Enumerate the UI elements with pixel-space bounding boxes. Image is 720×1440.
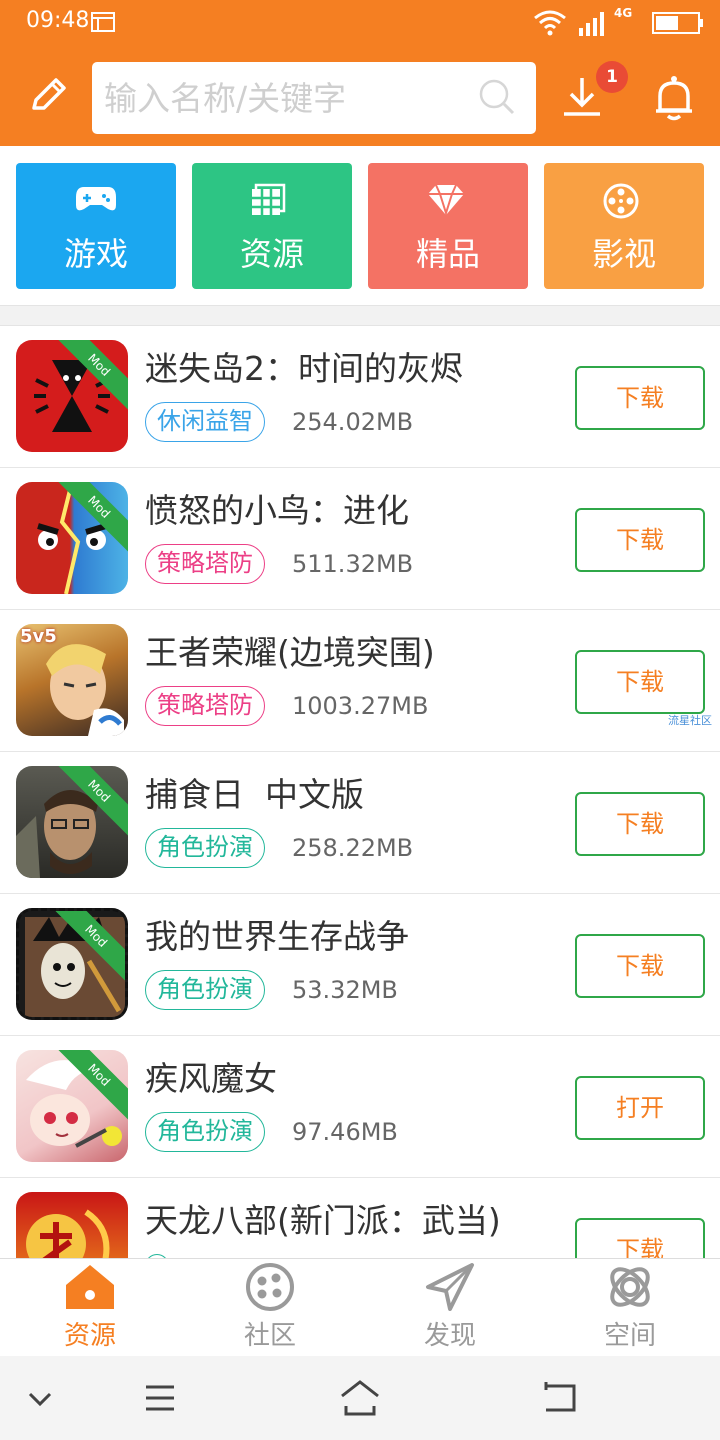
system-nav-bar bbox=[0, 1356, 720, 1440]
search-icon[interactable] bbox=[478, 78, 516, 116]
bell-icon[interactable] bbox=[652, 74, 696, 122]
grid-icon bbox=[252, 183, 286, 215]
list-item[interactable]: Mod 迷失岛2：时间的灰烬 休闲益智 254.02MB 下载 bbox=[0, 326, 720, 468]
diamond-icon bbox=[428, 184, 464, 217]
network-type: 4G bbox=[614, 6, 633, 20]
list-item[interactable]: Mod 愤怒的小鸟：进化 策略塔防 511.32MB 下载 bbox=[0, 468, 720, 610]
app-name: 捕食日 中文版 bbox=[145, 775, 364, 814]
icon-5v5-text: 5v5 bbox=[20, 626, 57, 647]
status-time: 09:48 bbox=[26, 8, 90, 33]
nav-space[interactable]: 空间 bbox=[540, 1259, 720, 1357]
category-tag: 策略塔防 bbox=[145, 544, 265, 584]
status-bar: 09:48 4G bbox=[0, 0, 720, 46]
category-tag: 角色扮演 bbox=[145, 1112, 265, 1152]
nav-community-label: 社区 bbox=[243, 1321, 296, 1351]
app-icon: Mod bbox=[16, 1050, 128, 1162]
nav-resources-label: 资源 bbox=[63, 1321, 116, 1351]
home-button-icon[interactable] bbox=[340, 1378, 380, 1418]
download-count-badge: 1 bbox=[596, 61, 628, 93]
category-games[interactable]: 游戏 bbox=[16, 163, 176, 289]
nav-discover[interactable]: 发现 bbox=[360, 1259, 540, 1357]
nav-discover-label: 发现 bbox=[423, 1321, 476, 1351]
home-icon bbox=[66, 1265, 114, 1309]
list-item[interactable]: 天龙八部(新门派：武当) 下载 bbox=[0, 1178, 720, 1258]
bottom-nav: 资源 社区 发现 空间 bbox=[0, 1258, 720, 1356]
category-tag: 角色扮演 bbox=[145, 828, 265, 868]
file-size: 53.32MB bbox=[292, 976, 398, 1004]
file-size: 511.32MB bbox=[292, 550, 414, 578]
app-name: 疾风魔女 bbox=[145, 1059, 277, 1098]
app-name: 王者荣耀(边境突围) bbox=[145, 633, 435, 672]
search-box[interactable] bbox=[92, 62, 536, 134]
app-name: 我的世界生存战争 bbox=[145, 917, 409, 956]
nav-space-label: 空间 bbox=[603, 1321, 656, 1351]
category-resources[interactable]: 资源 bbox=[192, 163, 352, 289]
list-item[interactable]: Mod 我的世界生存战争 角色扮演 53.32MB 下载 bbox=[0, 894, 720, 1036]
notification-image-icon bbox=[91, 12, 115, 32]
category-video-label: 影视 bbox=[591, 235, 656, 273]
menu-icon[interactable] bbox=[144, 1378, 176, 1418]
app-icon: Mod bbox=[16, 766, 128, 878]
app-list: Mod 迷失岛2：时间的灰烬 休闲益智 254.02MB 下载 Mod 愤怒的小… bbox=[0, 325, 720, 1258]
download-button[interactable]: 下载 bbox=[575, 792, 705, 856]
back-icon[interactable] bbox=[542, 1378, 578, 1418]
orbit-icon bbox=[610, 1267, 650, 1307]
file-size: 258.22MB bbox=[292, 834, 414, 862]
watermark-text: 流星社区 bbox=[668, 714, 712, 727]
app-icon: Mod bbox=[16, 340, 128, 452]
pencil-icon[interactable] bbox=[28, 78, 68, 116]
open-button[interactable]: 打开 bbox=[575, 1076, 705, 1140]
chevron-down-icon[interactable] bbox=[26, 1378, 54, 1418]
app-icon: 5v5 bbox=[16, 624, 128, 736]
app-icon: Mod bbox=[16, 908, 128, 1020]
category-featured-label: 精品 bbox=[415, 235, 480, 273]
category-bar: 游戏 资源 精品 影视 bbox=[0, 146, 720, 306]
list-item[interactable]: Mod 捕食日 中文版 角色扮演 258.22MB 下载 bbox=[0, 752, 720, 894]
nav-community[interactable]: 社区 bbox=[180, 1259, 360, 1357]
download-button[interactable]: 下载 bbox=[575, 1218, 705, 1258]
search-input[interactable] bbox=[104, 72, 464, 124]
category-resources-label: 资源 bbox=[239, 235, 304, 273]
download-button[interactable]: 下载 bbox=[575, 366, 705, 430]
app-name: 天龙八部(新门派：武当) bbox=[145, 1201, 501, 1240]
download-button[interactable]: 下载 bbox=[575, 934, 705, 998]
gamepad-icon bbox=[76, 187, 116, 211]
signal-strength-icon bbox=[579, 12, 604, 36]
list-item[interactable]: Mod 疾风魔女 角色扮演 97.46MB 打开 bbox=[0, 1036, 720, 1178]
app-name: 愤怒的小鸟：进化 bbox=[145, 491, 409, 530]
category-featured[interactable]: 精品 bbox=[368, 163, 528, 289]
wifi-icon bbox=[534, 10, 566, 36]
community-icon bbox=[246, 1263, 294, 1311]
app-icon: Mod bbox=[16, 482, 128, 594]
file-size: 1003.27MB bbox=[292, 692, 429, 720]
file-size: 254.02MB bbox=[292, 408, 414, 436]
category-tag: 角色扮演 bbox=[145, 970, 265, 1010]
category-video[interactable]: 影视 bbox=[544, 163, 704, 289]
download-button[interactable]: 下载 bbox=[575, 650, 705, 714]
category-games-label: 游戏 bbox=[63, 235, 128, 273]
download-button[interactable]: 下载 bbox=[575, 508, 705, 572]
paper-plane-icon bbox=[426, 1263, 474, 1311]
film-reel-icon bbox=[603, 183, 639, 219]
list-item[interactable]: 5v5 王者荣耀(边境突围) 策略塔防 1003.27MB 下载 bbox=[0, 610, 720, 752]
category-tag: 策略塔防 bbox=[145, 686, 265, 726]
nav-resources[interactable]: 资源 bbox=[0, 1259, 180, 1357]
category-tag: 休闲益智 bbox=[145, 402, 265, 442]
file-size: 97.46MB bbox=[292, 1118, 398, 1146]
app-name: 迷失岛2：时间的灰烬 bbox=[145, 349, 463, 388]
app-icon bbox=[16, 1192, 128, 1258]
header: 09:48 4G 输入名称/关键字 1 bbox=[0, 0, 720, 146]
battery-icon bbox=[652, 12, 703, 34]
